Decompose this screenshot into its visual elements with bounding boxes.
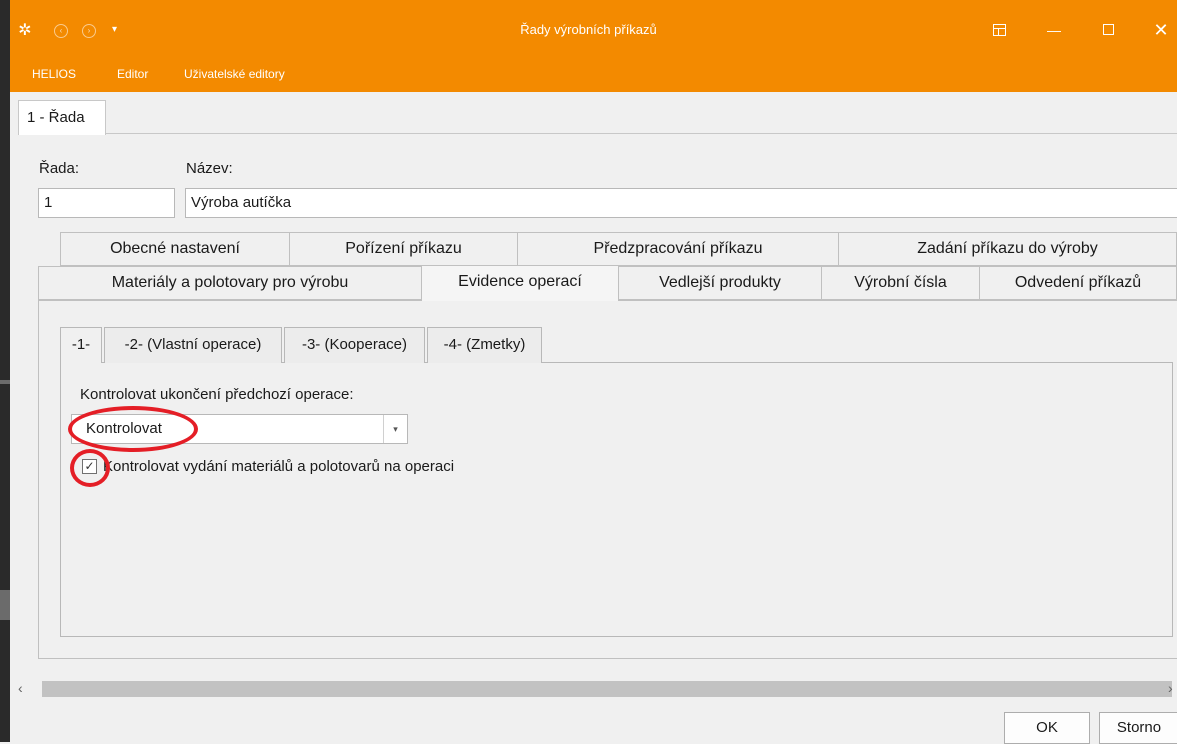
tab-rada[interactable]: 1 - Řada bbox=[18, 100, 106, 135]
tab-inner-kooperace[interactable]: -3- (Kooperace) bbox=[284, 327, 425, 363]
ok-button[interactable]: OK bbox=[1004, 712, 1090, 744]
chevron-down-icon[interactable]: ▾ bbox=[383, 415, 407, 443]
tab-inner-vlastni-operace[interactable]: -2- (Vlastní operace) bbox=[104, 327, 282, 363]
tab-vyrobni-cisla[interactable]: Výrobní čísla bbox=[821, 266, 980, 300]
tab-inner-1[interactable]: -1- bbox=[60, 327, 102, 363]
outer-tab-divider bbox=[18, 133, 1177, 134]
scroll-left-icon[interactable]: ‹ bbox=[18, 680, 23, 696]
storno-button[interactable]: Storno bbox=[1099, 712, 1177, 744]
tab-porizeni-prikazu[interactable]: Pořízení příkazu bbox=[289, 232, 518, 266]
close-button[interactable]: ✕ bbox=[1150, 20, 1172, 40]
menu-user-editors[interactable]: Uživatelské editory bbox=[184, 67, 285, 81]
tab-inner-zmetky[interactable]: -4- (Zmetky) bbox=[427, 327, 542, 363]
annotation-circle-checkbox bbox=[70, 449, 110, 487]
tab-obecne-nastaveni[interactable]: Obecné nastavení bbox=[60, 232, 290, 266]
nazev-field[interactable]: Výroba autíčka bbox=[185, 188, 1177, 218]
minimize-button[interactable]: — bbox=[1043, 20, 1065, 40]
rada-label: Řada: bbox=[39, 160, 80, 177]
nazev-label: Název: bbox=[186, 160, 233, 177]
menu-helios[interactable]: HELIOS bbox=[32, 67, 76, 81]
tab-odvedeni-prikazu[interactable]: Odvedení příkazů bbox=[979, 266, 1177, 300]
scrollbar-thumb[interactable] bbox=[42, 681, 1172, 697]
left-bezel bbox=[0, 0, 10, 742]
kontrolovat-vydani-label: Kontrolovat vydání materiálů a polotovar… bbox=[103, 458, 455, 475]
kontrolovat-label: Kontrolovat ukončení předchozí operace: bbox=[80, 386, 354, 403]
inner-tab-panel bbox=[60, 362, 1173, 637]
tab-zadani-prikazu[interactable]: Zadání příkazu do výroby bbox=[838, 232, 1177, 266]
menu-editor[interactable]: Editor bbox=[117, 67, 148, 81]
tab-predzpracovani-prikazu[interactable]: Předzpracování příkazu bbox=[517, 232, 839, 266]
maximize-button[interactable] bbox=[1097, 20, 1119, 40]
annotation-circle-combo bbox=[68, 406, 198, 452]
tab-materialy[interactable]: Materiály a polotovary pro výrobu bbox=[38, 266, 422, 300]
horizontal-scrollbar[interactable] bbox=[10, 680, 1177, 698]
layout-icon[interactable] bbox=[988, 20, 1010, 40]
tab-vedlejsi-produkty[interactable]: Vedlejší produkty bbox=[618, 266, 822, 300]
tab-evidence-operaci[interactable]: Evidence operací bbox=[421, 265, 619, 301]
rada-field[interactable]: 1 bbox=[38, 188, 175, 218]
scroll-right-icon[interactable]: › bbox=[1168, 680, 1173, 696]
